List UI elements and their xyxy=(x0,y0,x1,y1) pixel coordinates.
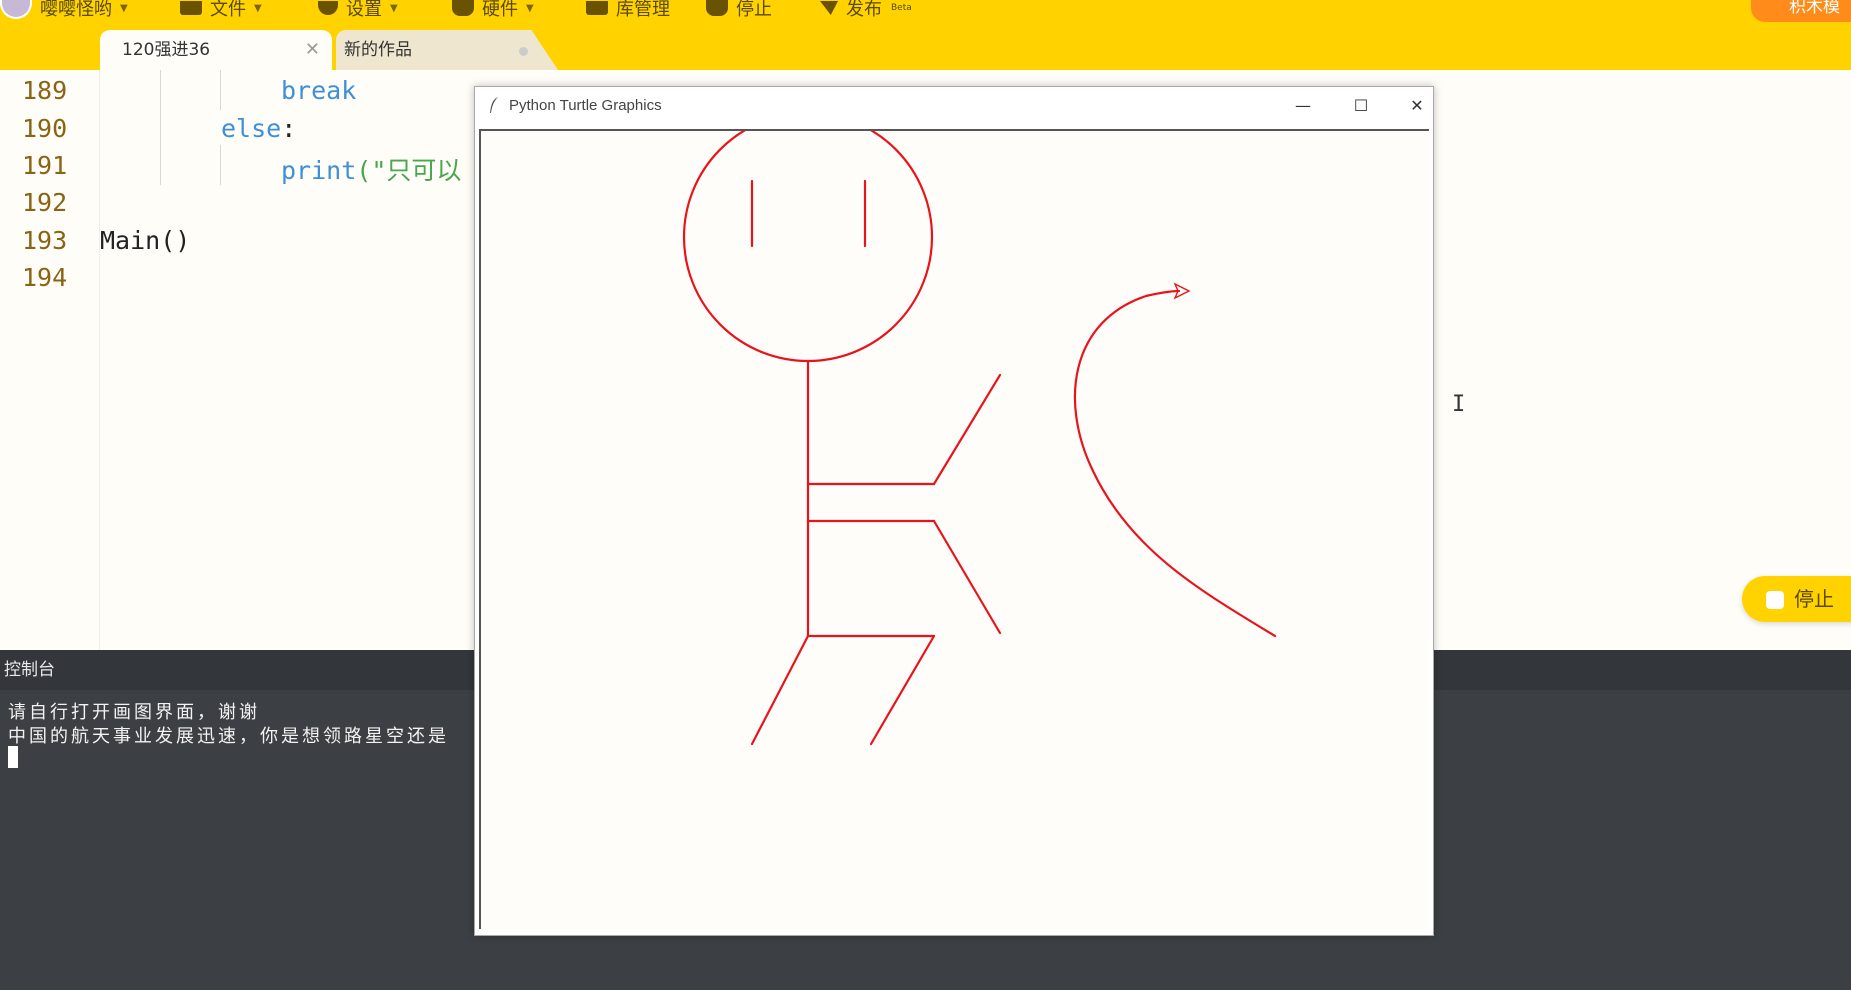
line-number: 189 xyxy=(22,76,68,105)
feather-icon xyxy=(490,97,498,113)
line-number: 194 xyxy=(22,263,68,292)
lower-forearm xyxy=(932,519,1002,635)
tab-label: 120强进36 xyxy=(122,40,211,60)
console-title: 控制台 xyxy=(4,660,55,680)
top-toolbar: 嘤嘤怪哟 ▼ 文件 ▼ 设置 ▼ 硬件 ▼ 库管理 停止 发布 Beta 积木模 … xyxy=(0,0,1851,70)
unsaved-dot-icon xyxy=(519,47,528,56)
turtle-canvas[interactable] xyxy=(479,111,1429,929)
code-line: print("只可以 xyxy=(281,151,461,187)
console-line: 请自行打开画图界面，谢谢 xyxy=(8,702,260,723)
stop-icon xyxy=(1766,591,1784,609)
head-circle xyxy=(682,111,934,363)
chevron-down-icon: ▼ xyxy=(120,2,128,14)
tab-file-2[interactable]: 新的作品 xyxy=(336,30,558,70)
floating-stop-button[interactable]: 停止 xyxy=(1742,576,1851,622)
paper-plane-icon xyxy=(820,1,838,15)
library-button-label: 库管理 xyxy=(616,0,670,20)
stop-icon xyxy=(706,0,728,16)
right-leg xyxy=(869,634,936,746)
code-token: break xyxy=(281,76,357,105)
block-mode-label: 积木模 xyxy=(1789,0,1840,17)
indent-guide xyxy=(220,70,221,110)
beta-badge: Beta xyxy=(891,3,912,13)
code-line: else: xyxy=(221,114,296,143)
code-token: : xyxy=(281,114,297,143)
block-mode-button[interactable]: 积木模 xyxy=(1751,0,1851,22)
settings-menu[interactable]: 设置 ▼ xyxy=(318,0,398,20)
gear-icon xyxy=(318,1,338,15)
code-token: ("只可以 xyxy=(356,156,462,185)
code-token: print xyxy=(281,156,357,185)
indent-guide xyxy=(160,70,161,185)
chevron-down-icon: ▼ xyxy=(254,2,262,14)
chevron-down-icon: ▼ xyxy=(526,2,534,14)
text-cursor-icon: I xyxy=(1452,392,1466,417)
avatar xyxy=(0,0,32,19)
line-number: 193 xyxy=(22,226,68,255)
line-number-gutter: 189 190 191 192 193 194 xyxy=(0,70,100,650)
close-button[interactable]: ✕ xyxy=(1397,91,1437,121)
line-number: 190 xyxy=(22,114,68,143)
line-number: 191 xyxy=(22,151,68,180)
chevron-down-icon: ▼ xyxy=(390,2,398,14)
package-icon xyxy=(586,1,608,15)
tail-curve xyxy=(1073,289,1277,638)
code-token: else xyxy=(221,114,282,143)
left-leg xyxy=(750,634,810,746)
user-menu[interactable]: 嘤嘤怪哟 ▼ xyxy=(0,0,128,20)
publish-button-label: 发布 xyxy=(846,0,882,20)
upper-forearm xyxy=(932,373,1002,486)
window-titlebar[interactable]: Python Turtle Graphics — ☐ ✕ xyxy=(475,87,1433,125)
maximize-button[interactable]: ☐ xyxy=(1341,91,1381,121)
window-title: Python Turtle Graphics xyxy=(509,97,662,114)
console-line: 中国的航天事业发展迅速，你是想领路星空还是 xyxy=(8,726,449,747)
user-menu-label: 嘤嘤怪哟 xyxy=(40,0,112,20)
hardware-menu-label: 硬件 xyxy=(482,0,518,20)
hardware-icon xyxy=(452,0,474,16)
text-cursor xyxy=(8,746,18,768)
turtle-graphics-window[interactable]: Python Turtle Graphics — ☐ ✕ xyxy=(474,86,1434,936)
file-menu[interactable]: 文件 ▼ xyxy=(180,0,262,20)
publish-button[interactable]: 发布 Beta xyxy=(820,0,912,20)
indent-guide xyxy=(220,145,221,185)
close-icon[interactable]: ✕ xyxy=(305,30,320,70)
floating-stop-label: 停止 xyxy=(1794,587,1834,611)
line-number: 192 xyxy=(22,188,68,217)
settings-menu-label: 设置 xyxy=(346,0,382,20)
tab-label: 新的作品 xyxy=(344,40,412,60)
stop-button[interactable]: 停止 xyxy=(706,0,772,20)
folder-icon xyxy=(180,1,202,15)
minimize-button[interactable]: — xyxy=(1283,91,1323,121)
stop-button-label: 停止 xyxy=(736,0,772,20)
library-button[interactable]: 库管理 xyxy=(586,0,670,20)
hardware-menu[interactable]: 硬件 ▼ xyxy=(452,0,534,20)
tab-file-1[interactable]: 120强进36 ✕ xyxy=(100,30,332,70)
file-menu-label: 文件 xyxy=(210,0,246,20)
turtle-drawing xyxy=(682,111,1277,746)
code-token: Main() xyxy=(100,226,191,255)
